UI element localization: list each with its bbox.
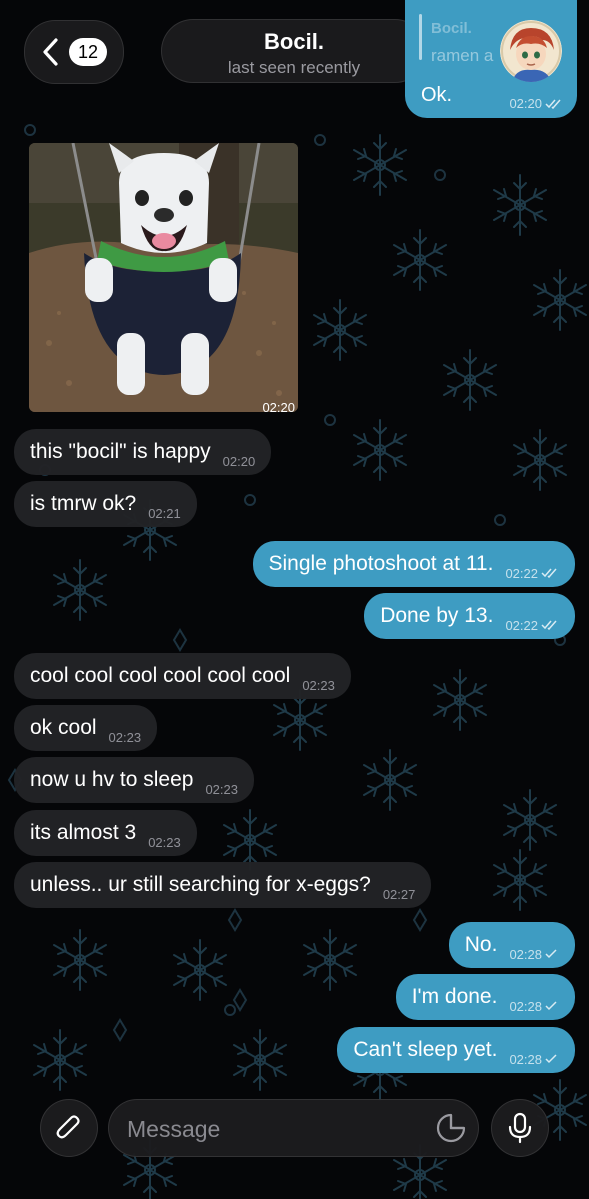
message-bubble[interactable]: Can't sleep yet. 02:28 — [337, 1027, 575, 1073]
message-text: Ok. — [421, 84, 453, 106]
message-text: No. — [464, 933, 498, 956]
message-time: 02:23 — [148, 834, 181, 850]
message-time: 02:28 — [509, 1052, 559, 1067]
sticker-icon — [436, 1113, 466, 1143]
message-text: Done by 13. — [380, 604, 494, 627]
voice-message-button[interactable] — [491, 1099, 549, 1157]
message-text: cool cool cool cool cool cool — [30, 664, 291, 687]
message-time: 02:20 — [222, 453, 256, 469]
microphone-icon — [508, 1112, 532, 1144]
message-text: I'm done. — [411, 985, 498, 1008]
last-seen-status: last seen recently — [227, 58, 361, 77]
message-bubble[interactable]: ok cool 02:23 — [14, 705, 158, 751]
reply-indicator — [419, 14, 422, 60]
message-text: now u hv to sleep — [30, 768, 194, 791]
message-bubble[interactable]: its almost 3 02:23 — [14, 810, 197, 856]
message-bubble[interactable]: I'm done. 02:28 — [395, 974, 575, 1020]
back-chevron-icon — [43, 38, 58, 66]
message-time: 02:23 — [302, 677, 335, 693]
message-bubble[interactable]: cool cool cool cool cool cool 02:23 — [14, 653, 351, 699]
message-text: this "bocil" is happy — [30, 440, 211, 463]
message-time: 02:28 — [509, 999, 559, 1014]
double-check-icon — [541, 620, 557, 630]
message-bubble[interactable]: Done by 13. 02:22 — [364, 593, 575, 639]
message-text: unless.. ur still searching for x-eggs? — [30, 873, 371, 896]
message-time: 02:22 — [505, 618, 559, 633]
sticker-button[interactable] — [434, 1111, 468, 1145]
reply-author: Bocil. — [431, 20, 472, 37]
message-bubble[interactable]: unless.. ur still searching for x-eggs? … — [14, 862, 432, 908]
message-time: 02:22 — [505, 566, 559, 581]
message-text: ok cool — [30, 716, 97, 739]
message-input[interactable] — [125, 1100, 419, 1158]
avatar[interactable] — [500, 20, 562, 82]
message-bubble[interactable]: is tmrw ok? 02:21 — [14, 481, 197, 527]
message-time: 02:27 — [382, 886, 416, 902]
message-bubble[interactable]: Single photoshoot at 11. 02:22 — [252, 541, 575, 587]
reply-snippet: ramen a — [431, 46, 494, 65]
message-text: Can't sleep yet. — [353, 1038, 498, 1061]
message-time: 02:23 — [205, 781, 238, 797]
message-text: its almost 3 — [30, 821, 137, 844]
message-bubble[interactable]: now u hv to sleep 02:23 — [14, 757, 254, 803]
message-bubble[interactable]: No. 02:28 — [448, 922, 575, 968]
paperclip-icon — [56, 1115, 80, 1139]
message-text: is tmrw ok? — [30, 492, 137, 515]
message-text: Single photoshoot at 11. — [268, 552, 494, 575]
message-time: 02:21 — [148, 505, 181, 521]
message-field[interactable] — [108, 1099, 479, 1158]
message-time: 02:20 — [509, 96, 563, 111]
message-bubble[interactable]: this "bocil" is happy 02:20 — [14, 429, 272, 475]
single-check-icon — [545, 1001, 557, 1011]
photo-time: 02:20 — [262, 400, 295, 412]
double-check-icon — [545, 99, 561, 109]
single-check-icon — [545, 949, 557, 959]
back-button[interactable]: 12 — [24, 20, 124, 84]
chat-title-button[interactable]: Bocil. last seen recently — [161, 19, 427, 83]
message-time: 02:28 — [509, 947, 559, 962]
message-time: 02:23 — [108, 729, 142, 745]
unread-count-badge: 12 — [69, 38, 107, 66]
double-check-icon — [541, 568, 557, 578]
photo-message[interactable]: 02:20 — [29, 143, 298, 412]
single-check-icon — [545, 1054, 557, 1064]
chat-name: Bocil. — [264, 29, 324, 54]
attach-button[interactable] — [40, 1099, 98, 1157]
